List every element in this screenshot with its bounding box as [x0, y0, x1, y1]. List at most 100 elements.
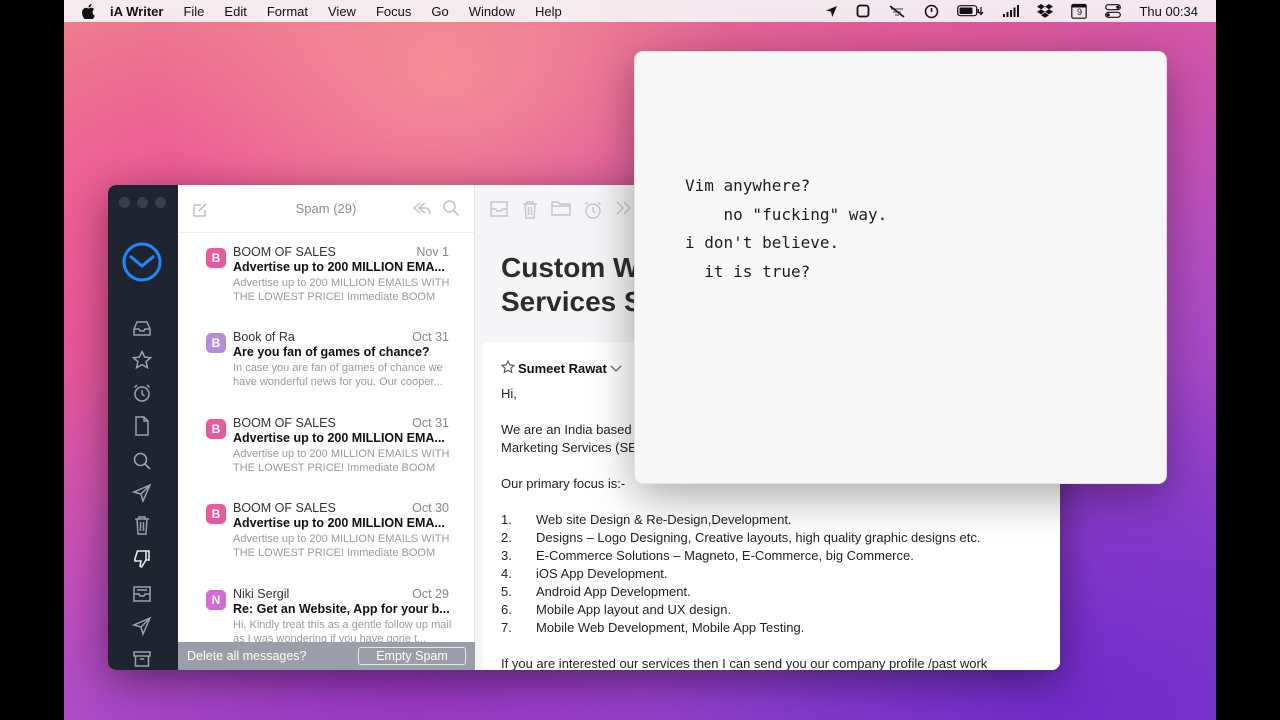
message-subject: Re: Get an Website, App for your b... [233, 602, 450, 616]
signal-bars-icon[interactable] [1003, 5, 1020, 17]
message-row[interactable]: B BOOM OF SALES Nov 1 Advertise up to 20… [178, 235, 475, 321]
document-icon[interactable] [130, 414, 154, 438]
message-preview: Advertise up to 200 MILLION EMAILS WITH … [233, 533, 450, 559]
focus-item: 7. Mobile Web Development, Mobile App Tes… [501, 620, 804, 635]
star-outline-icon[interactable] [500, 359, 516, 377]
minimize-window-button[interactable] [137, 197, 148, 208]
message-row[interactable]: B BOOM OF SALES Oct 30 Advertise up to 2… [178, 491, 475, 577]
wifi-off-icon[interactable] [888, 4, 906, 18]
reply-all-icon[interactable] [412, 200, 432, 219]
message-sender: Book of Ra [233, 330, 295, 344]
focus-item: 3. E-Commerce Solutions – Magneto, E-Comm… [501, 548, 914, 563]
folder-title: Spam (29) [295, 201, 357, 216]
focus-item-number: 7. [501, 620, 512, 635]
menu-clock[interactable]: Thu 00:34 [1139, 4, 1198, 19]
message-preview: Advertise up to 200 MILLION EMAILS WITH … [233, 448, 450, 474]
zoom-window-button[interactable] [155, 197, 166, 208]
apple-menu-icon[interactable] [82, 3, 96, 19]
focus-item-text: Web site Design & Re-Design,Development. [536, 512, 792, 527]
message-sender: Niki Sergil [233, 587, 290, 601]
message-sender: BOOM OF SALES [233, 416, 336, 430]
focus-item-number: 5. [501, 584, 512, 599]
message-date: Oct 31 [412, 330, 449, 344]
focus-item-text: Android App Development. [536, 584, 691, 599]
control-center-icon[interactable] [1105, 4, 1122, 18]
writer-line[interactable]: Vim anywhere? [685, 176, 810, 195]
delete-all-prompt: Delete all messages? [187, 649, 307, 663]
writer-line[interactable]: no "fucking" way. [685, 205, 888, 224]
sender-avatar: N [206, 590, 226, 610]
menu-app-name[interactable]: iA Writer [110, 4, 163, 19]
move-to-inbox-icon[interactable] [489, 200, 509, 223]
message-subject: Advertise up to 200 MILLION EMA... [233, 516, 445, 530]
archive-box-icon[interactable] [130, 647, 154, 670]
battery-icon[interactable] [957, 5, 985, 17]
focus-item: 2. Designs – Logo Designing, Creative lay… [501, 530, 980, 545]
focus-item-text: Mobile App layout and UX design. [536, 602, 732, 617]
dropbox-icon[interactable] [1037, 4, 1054, 18]
message-title-line-1: Custom W [501, 252, 640, 283]
power-circle-icon[interactable] [924, 4, 939, 19]
menu-help[interactable]: Help [535, 4, 562, 19]
calendar-icon[interactable]: 9 [1071, 3, 1088, 19]
message-sender: BOOM OF SALES [233, 501, 336, 515]
focus-item-number: 6. [501, 602, 512, 617]
closing-line: If you are interested our services then … [501, 656, 988, 670]
search-icon[interactable] [130, 449, 154, 473]
message-date: Oct 29 [412, 587, 449, 601]
greeting: Hi, [501, 386, 517, 401]
menu-edit[interactable]: Edit [224, 4, 246, 19]
alarm-clock-icon[interactable] [130, 381, 154, 405]
folder-icon[interactable] [551, 200, 571, 222]
location-arrow-icon[interactable] [825, 5, 838, 18]
menu-window[interactable]: Window [469, 4, 515, 19]
archive-tray-icon[interactable] [130, 582, 154, 606]
message-row[interactable]: B Book of Ra Oct 31 Are you fan of games… [178, 320, 475, 406]
stop-square-icon[interactable] [856, 4, 870, 18]
trash-icon[interactable] [130, 513, 154, 537]
focus-item: 6. Mobile App layout and UX design. [501, 602, 731, 617]
message-preview: In case you are fan of games of chance w… [233, 362, 443, 388]
menu-view[interactable]: View [328, 4, 356, 19]
intro-line: Marketing Services (SE [501, 440, 637, 455]
sent-icon[interactable] [130, 481, 154, 505]
writer-window[interactable]: Vim anywhere? no "fucking" way. i don't … [634, 51, 1167, 484]
focus-item-text: iOS App Development. [536, 566, 668, 581]
list-search-icon[interactable] [442, 199, 460, 220]
menu-format[interactable]: Format [267, 4, 308, 19]
delete-icon[interactable] [521, 200, 539, 224]
focus-heading: Our primary focus is:- [501, 476, 626, 491]
inbox-icon[interactable] [130, 317, 154, 341]
sender-avatar: B [206, 333, 226, 353]
focus-item-text: E-Commerce Solutions – Magneto, E-Commer… [536, 548, 914, 563]
menu-go[interactable]: Go [431, 4, 448, 19]
menu-focus[interactable]: Focus [376, 4, 411, 19]
outbox-send-icon[interactable] [130, 614, 154, 638]
intro-line: We are an India based r [501, 422, 640, 437]
menu-file[interactable]: File [183, 4, 204, 19]
writer-line[interactable]: it is true? [685, 262, 810, 281]
thumbs-down-icon[interactable] [130, 547, 154, 571]
writer-line[interactable]: i don't believe. [685, 233, 839, 252]
message-row[interactable]: B BOOM OF SALES Oct 31 Advertise up to 2… [178, 406, 475, 492]
close-window-button[interactable] [119, 197, 130, 208]
sender-row[interactable]: Sumeet Rawat [500, 359, 622, 377]
focus-item-number: 2. [501, 530, 512, 545]
forward-icon[interactable] [615, 200, 635, 221]
message-subject: Are you fan of games of chance? [233, 345, 430, 359]
focus-item-number: 1. [501, 512, 512, 527]
message-title: Custom W Services S [501, 251, 643, 319]
star-icon[interactable] [130, 348, 154, 372]
focus-item: 1. Web site Design & Re-Design,Developmen… [501, 512, 792, 527]
message-date: Nov 1 [416, 245, 449, 259]
mail-logo-icon [121, 241, 163, 283]
empty-spam-button[interactable]: Empty Spam [358, 647, 466, 665]
compose-icon[interactable] [192, 202, 208, 221]
chevron-down-icon[interactable] [610, 361, 622, 376]
sender-name: Sumeet Rawat [518, 361, 607, 376]
message-title-line-2: Services S [501, 286, 643, 317]
focus-item-text: Mobile Web Development, Mobile App Testi… [536, 620, 805, 635]
focus-item-number: 3. [501, 548, 512, 563]
message-list-header: Spam (29) [178, 185, 474, 233]
snooze-clock-icon[interactable] [583, 200, 603, 225]
